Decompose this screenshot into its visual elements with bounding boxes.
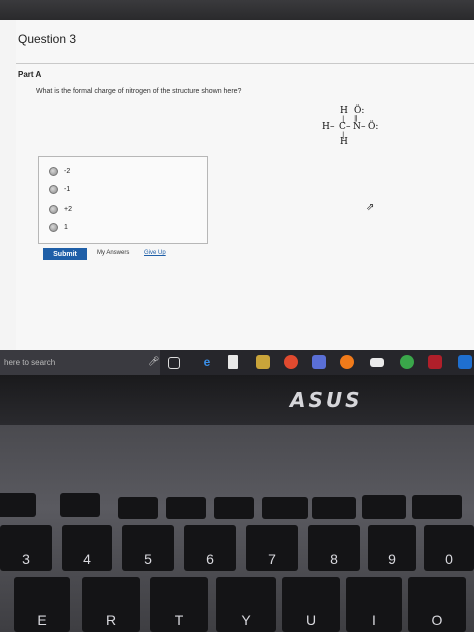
key-r[interactable]: R — [82, 577, 140, 632]
choice-item[interactable]: -1 — [49, 183, 70, 195]
give-up-link[interactable]: Give Up — [144, 250, 166, 256]
keyboard-deck: 3 4 5 6 7 8 9 0 E R T Y U I O — [0, 425, 474, 632]
media-icon[interactable] — [284, 355, 298, 369]
key-o[interactable]: O — [408, 577, 466, 632]
document-icon[interactable] — [228, 355, 238, 369]
key-0[interactable]: 0 — [424, 525, 474, 571]
part-label: Part A — [18, 70, 42, 79]
store-icon[interactable] — [256, 355, 270, 369]
security-icon[interactable] — [428, 355, 442, 369]
mail-icon[interactable] — [370, 358, 384, 367]
key-4[interactable]: 4 — [62, 525, 112, 571]
function-key[interactable] — [118, 497, 158, 519]
key-t[interactable]: T — [150, 577, 208, 632]
function-key[interactable] — [312, 497, 356, 519]
choice-label: -2 — [64, 167, 71, 175]
struct-nitrogen: N — [353, 122, 361, 132]
divider — [16, 63, 474, 64]
photos-icon[interactable] — [312, 355, 326, 369]
key-5[interactable]: 5 — [122, 525, 174, 571]
radio-button[interactable] — [49, 184, 58, 194]
firefox-icon[interactable] — [340, 355, 354, 369]
key-3[interactable]: 3 — [0, 525, 52, 571]
function-key[interactable] — [362, 495, 406, 519]
function-key[interactable] — [262, 497, 308, 519]
key-e[interactable]: E — [14, 577, 70, 632]
search-placeholder: here to search — [4, 358, 56, 367]
struct-bottom-h: H — [340, 137, 348, 147]
laptop-bezel — [0, 375, 474, 425]
choice-label: -1 — [64, 185, 71, 193]
key-y[interactable]: Y — [216, 577, 276, 632]
question-title: Question 3 — [18, 32, 77, 46]
struct-right-o: Ö: — [368, 122, 379, 132]
key-7[interactable]: 7 — [246, 525, 298, 571]
lewis-structure: H Ö: | ∥ H – C – N – Ö: | H — [320, 106, 390, 170]
key-6[interactable]: 6 — [184, 525, 236, 571]
radio-button[interactable] — [49, 166, 58, 176]
radio-button[interactable] — [49, 204, 58, 214]
struct-bond-cn: – — [346, 122, 351, 132]
task-view-icon[interactable] — [168, 357, 180, 369]
asus-logo: ASUS — [290, 388, 363, 412]
microphone-icon[interactable]: 🎤︎ — [148, 356, 159, 367]
chrome-icon[interactable] — [400, 355, 414, 369]
taskbar: here to search 🎤︎ e — [0, 350, 474, 375]
app-icon[interactable] — [458, 355, 472, 369]
function-key[interactable] — [0, 493, 36, 517]
taskbar-search[interactable]: here to search — [0, 350, 160, 375]
key-u[interactable]: U — [282, 577, 340, 632]
choice-item[interactable]: +2 — [49, 203, 72, 215]
monitor-screen: Question 3 Part A What is the formal cha… — [0, 0, 474, 375]
submit-button[interactable]: Submit — [43, 248, 87, 260]
key-8[interactable]: 8 — [308, 525, 360, 571]
mouse-cursor-icon: ⇗ — [366, 202, 375, 213]
choice-label: 1 — [64, 223, 68, 231]
struct-left-h: H — [322, 122, 330, 132]
function-key[interactable] — [412, 495, 462, 519]
my-answers-link[interactable]: My Answers — [97, 250, 129, 256]
radio-button[interactable] — [49, 222, 58, 232]
function-key[interactable] — [166, 497, 206, 519]
assignment-page: Question 3 Part A What is the formal cha… — [16, 20, 474, 350]
struct-bond-no: – — [361, 122, 366, 132]
choice-label: +2 — [64, 205, 72, 213]
choice-item[interactable]: 1 — [49, 221, 68, 233]
edge-browser-icon[interactable]: e — [200, 355, 214, 369]
function-key[interactable] — [214, 497, 254, 519]
question-prompt: What is the formal charge of nitrogen of… — [36, 88, 242, 95]
function-key[interactable] — [60, 493, 100, 517]
key-i[interactable]: I — [346, 577, 402, 632]
key-9[interactable]: 9 — [368, 525, 416, 571]
answer-choices: -2 -1 +2 1 — [38, 156, 208, 244]
choice-item[interactable]: -2 — [49, 165, 70, 177]
struct-bond-hc: – — [330, 122, 335, 132]
